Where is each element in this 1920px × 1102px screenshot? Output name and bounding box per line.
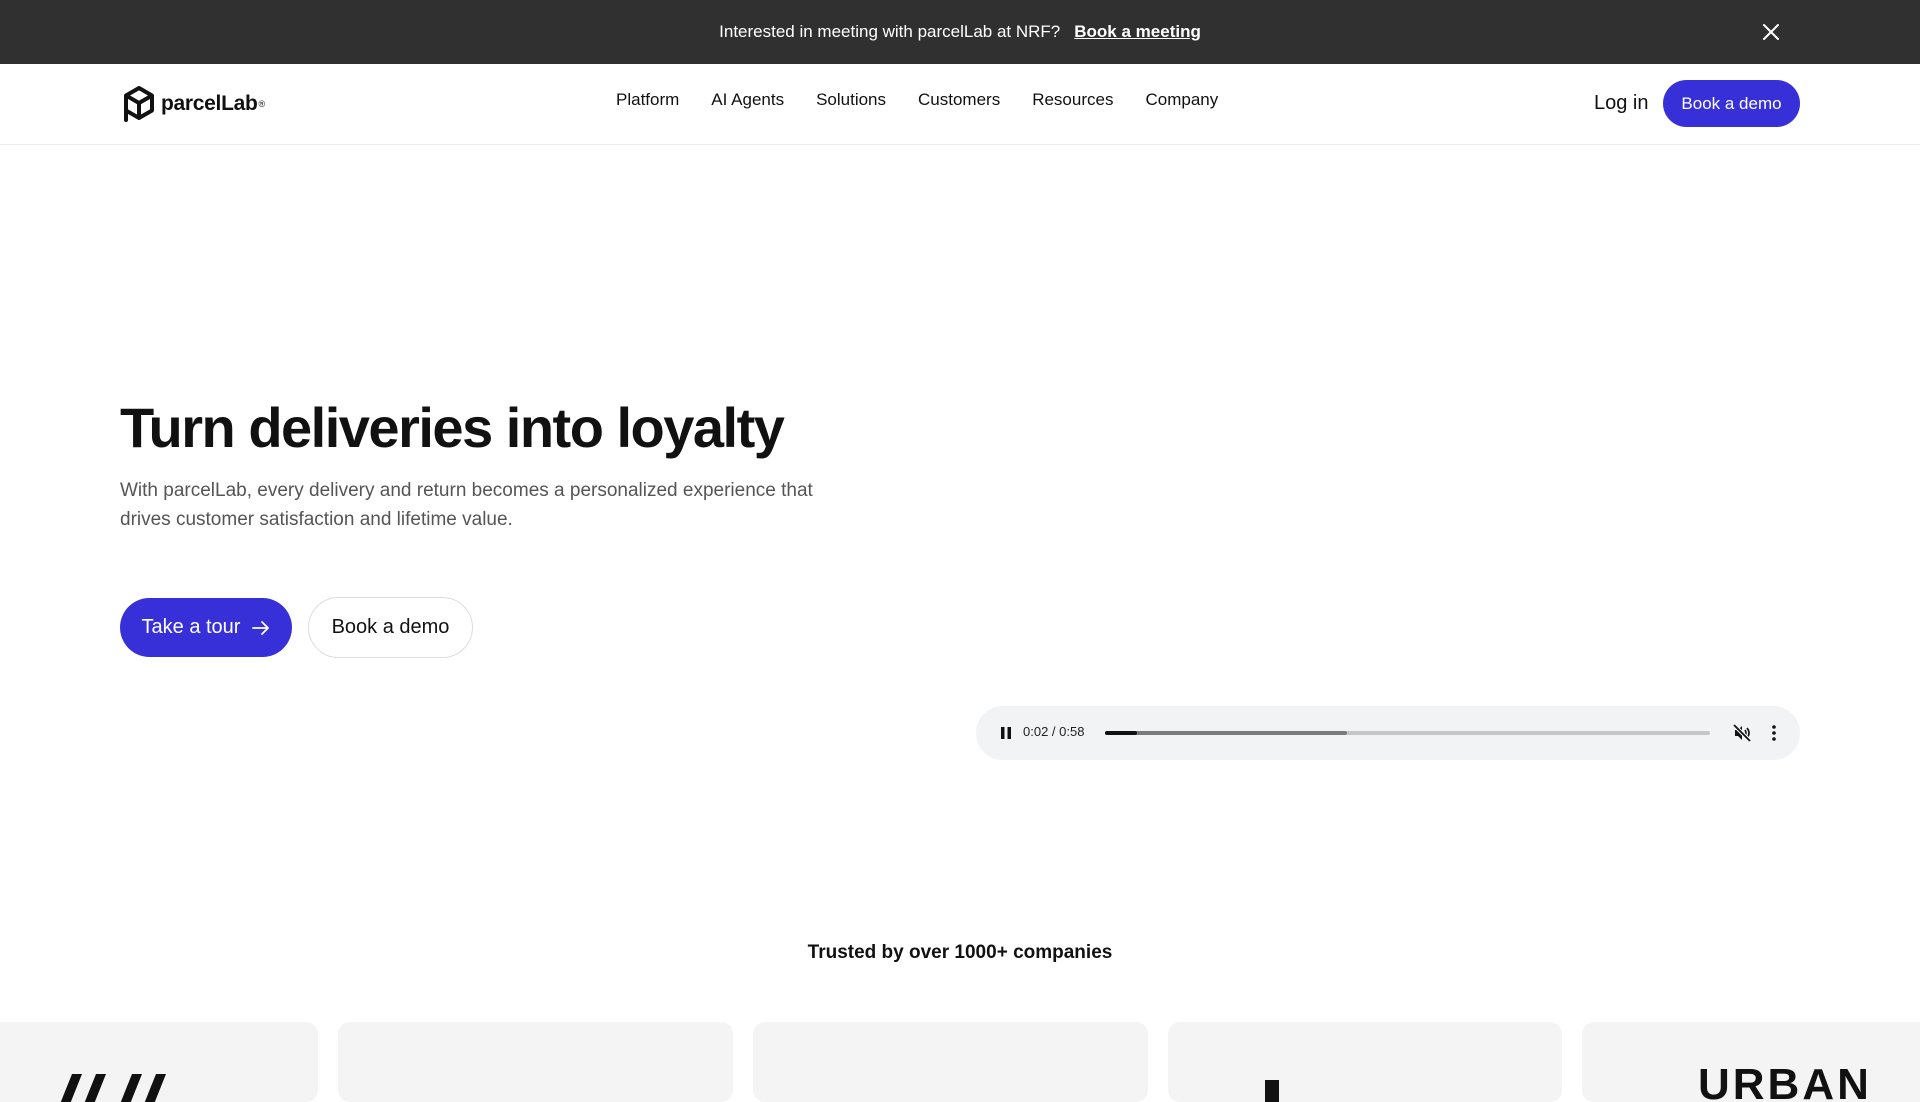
registered-mark: ®: [258, 99, 266, 109]
customer-logo-card: [338, 1022, 733, 1102]
site-header: parcelLab ® Platform AI Agents Solutions …: [0, 64, 1920, 145]
header-book-demo-button[interactable]: Book a demo: [1663, 80, 1800, 127]
parcellab-logo-icon: [124, 86, 154, 122]
video-time: 0:02 / 0:58: [1023, 724, 1085, 739]
take-tour-label: Take a tour: [141, 616, 241, 638]
nav-item-solutions[interactable]: Solutions: [816, 90, 886, 110]
close-icon[interactable]: [1757, 18, 1785, 46]
announcement-bar: Interested in meeting with parcelLab at …: [0, 0, 1920, 64]
arrow-right-icon: [252, 620, 270, 635]
announcement-message: Interested in meeting with parcelLab at …: [719, 22, 1061, 41]
brand-logo[interactable]: parcelLab ®: [123, 86, 265, 122]
video-controls: 0:02 / 0:58: [976, 706, 1800, 760]
customer-logo-card: [753, 1022, 1148, 1102]
video-buffered-bar: [1105, 731, 1347, 735]
hero-book-demo-button[interactable]: Book a demo: [308, 597, 473, 658]
video-played-bar: [1105, 731, 1138, 735]
more-options-icon[interactable]: [1762, 721, 1786, 745]
video-progress-track[interactable]: [1105, 731, 1710, 735]
book-meeting-link[interactable]: Book a meeting: [1074, 22, 1201, 42]
pause-icon[interactable]: [994, 721, 1018, 745]
customer-logo-card: [0, 1022, 318, 1102]
nav-item-resources[interactable]: Resources: [1032, 90, 1113, 110]
nav-item-platform[interactable]: Platform: [616, 90, 679, 110]
hero-title: Turn deliveries into loyalty: [120, 396, 785, 459]
customer-logo-mark-icon: [60, 1074, 166, 1102]
muted-speaker-icon[interactable]: [1730, 721, 1754, 745]
hero-subtitle: With parcelLab, every delivery and retur…: [120, 480, 813, 530]
customer-logo-urban: URBAN: [1698, 1060, 1872, 1102]
nav-item-company[interactable]: Company: [1145, 90, 1218, 110]
nav-item-ai-agents[interactable]: AI Agents: [711, 90, 784, 110]
brand-name: parcelLab: [161, 92, 258, 115]
nav-item-customers[interactable]: Customers: [918, 90, 1000, 110]
customer-logo-mark-icon: [1265, 1080, 1279, 1102]
customer-logo-card: [1168, 1022, 1562, 1102]
trusted-heading: Trusted by over 1000+ companies: [807, 942, 1113, 963]
login-link[interactable]: Log in: [1594, 92, 1649, 115]
take-tour-button[interactable]: Take a tour: [120, 598, 292, 657]
customer-logo-card: URBAN: [1582, 1022, 1920, 1102]
main-nav: Platform AI Agents Solutions Customers R…: [616, 90, 1218, 110]
